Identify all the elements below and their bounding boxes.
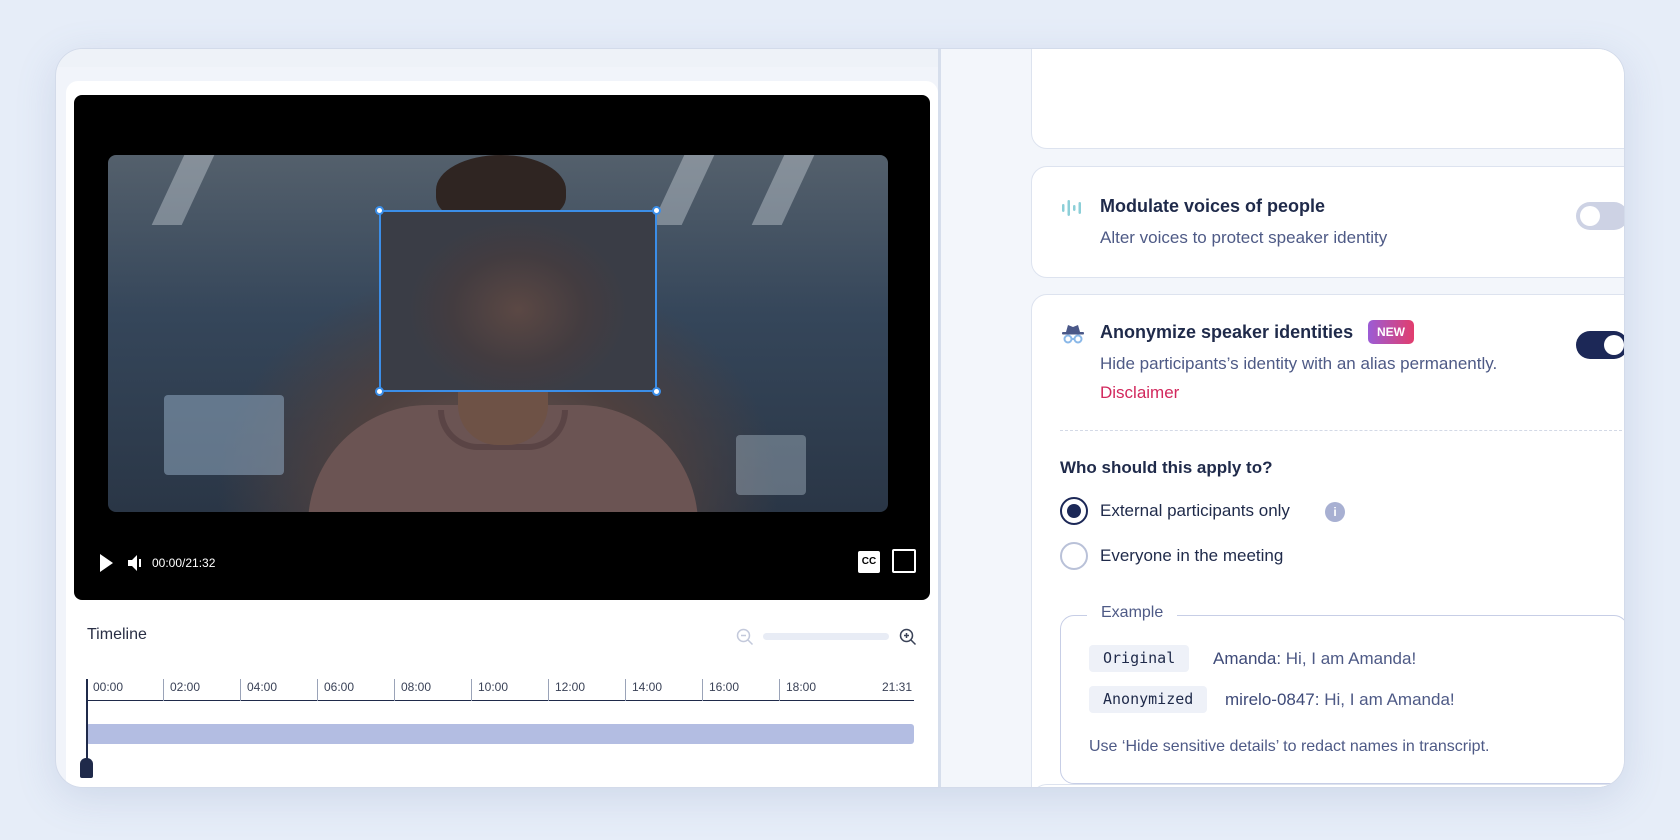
example-box: Example Original Amanda: Hi, I am Amanda…	[1060, 604, 1624, 784]
modulate-voices-card: Modulate voices of people Alter voices t…	[1031, 166, 1624, 278]
video-editor-panel: 00:00/21:32 CC Timeline 21:31 00:00 02:00…	[66, 81, 938, 787]
original-text: Hi, I am Amanda!	[1285, 649, 1417, 668]
audio-waveform-icon	[1060, 197, 1086, 219]
apply-to-question: Who should this apply to?	[1060, 458, 1273, 477]
zoom-slider[interactable]	[763, 633, 889, 640]
anonymized-chip: Anonymized	[1089, 686, 1208, 713]
timeline-tick: 04:00	[240, 679, 277, 701]
ceiling-light	[651, 155, 715, 225]
anonymized-speaker: mirelo-0847:	[1225, 690, 1320, 709]
settings-card-partial	[1031, 784, 1624, 787]
background-monitor	[736, 435, 806, 495]
ceiling-light	[151, 155, 215, 225]
playhead-line	[86, 679, 88, 769]
resize-handle-top-right[interactable]	[652, 206, 661, 215]
volume-icon[interactable]	[126, 553, 144, 573]
closed-captions-button[interactable]: CC	[858, 551, 880, 573]
resize-handle-bottom-right[interactable]	[652, 387, 661, 396]
anonymize-description: Hide participants’s identity with an ali…	[1100, 354, 1498, 373]
timeline-title: Timeline	[87, 626, 147, 643]
timeline-tick: 18:00	[779, 679, 816, 701]
new-badge: NEW	[1368, 320, 1414, 344]
disclaimer-link[interactable]: Disclaimer	[1100, 383, 1179, 403]
app-window: 00:00/21:32 CC Timeline 21:31 00:00 02:00…	[55, 48, 1625, 788]
example-note: Use ‘Hide sensitive details’ to redact n…	[1089, 738, 1490, 755]
video-player[interactable]: 00:00/21:32 CC	[74, 95, 930, 600]
anonymize-title: Anonymize speaker identities	[1100, 322, 1354, 342]
zoom-in-icon[interactable]	[899, 628, 917, 646]
anonymize-toggle[interactable]	[1576, 331, 1624, 359]
zoom-out-icon[interactable]	[736, 628, 754, 646]
timeline-tick: 00:00	[86, 679, 123, 701]
radio-label-everyone[interactable]: Everyone in the meeting	[1100, 546, 1283, 566]
timeline-tick: 06:00	[317, 679, 354, 701]
incognito-spy-icon	[1060, 323, 1086, 345]
settings-card-partial	[1031, 49, 1624, 149]
original-example: Amanda: Hi, I am Amanda!	[1213, 649, 1416, 669]
timeline-tick: 08:00	[394, 679, 431, 701]
timeline-track[interactable]	[86, 724, 914, 744]
modulate-description: Alter voices to protect speaker identity	[1100, 228, 1388, 247]
play-icon[interactable]	[96, 552, 116, 574]
original-chip: Original	[1089, 645, 1190, 672]
timeline-tick: 02:00	[163, 679, 200, 701]
radio-label-external[interactable]: External participants only	[1100, 501, 1290, 521]
timeline-tick: 10:00	[471, 679, 508, 701]
info-icon[interactable]: i	[1325, 502, 1345, 522]
playhead-handle[interactable]	[80, 758, 93, 778]
toggle-knob	[1580, 206, 1600, 226]
radio-external-participants[interactable]	[1060, 497, 1088, 525]
face-blur-region[interactable]	[375, 206, 661, 396]
resize-handle-top-left[interactable]	[375, 206, 384, 215]
video-controls: 00:00/21:32 CC	[74, 530, 930, 600]
privacy-settings-panel: Modulate voices of people Alter voices t…	[941, 49, 1624, 787]
modulate-title: Modulate voices of people	[1100, 196, 1326, 216]
radio-everyone[interactable]	[1060, 542, 1088, 570]
anonymized-text: Hi, I am Amanda!	[1324, 690, 1455, 709]
timeline-ruler[interactable]: 21:31 00:00 02:00 04:00 06:00 08:00 10:00 12:0…	[86, 679, 914, 701]
timeline-tick: 16:00	[702, 679, 739, 701]
video-frame	[108, 155, 888, 512]
timeline-tick: 14:00	[625, 679, 662, 701]
original-speaker: Amanda:	[1213, 649, 1282, 668]
anonymized-example: mirelo-0847: Hi, I am Amanda!	[1225, 690, 1455, 710]
example-legend: Example	[1087, 604, 1178, 622]
resize-handle-bottom-left[interactable]	[375, 387, 384, 396]
modulate-toggle[interactable]	[1576, 202, 1624, 230]
anonymize-card: Anonymize speaker identities NEW Hide pa…	[1031, 294, 1624, 787]
timeline-tick: 12:00	[548, 679, 585, 701]
time-readout: 00:00/21:32	[152, 556, 216, 570]
timeline-end-label: 21:31	[881, 680, 912, 694]
toggle-knob	[1604, 335, 1624, 355]
fullscreen-icon[interactable]	[892, 549, 916, 573]
section-divider	[1060, 430, 1624, 431]
ceiling-light	[751, 155, 815, 225]
background-monitor	[164, 395, 284, 475]
